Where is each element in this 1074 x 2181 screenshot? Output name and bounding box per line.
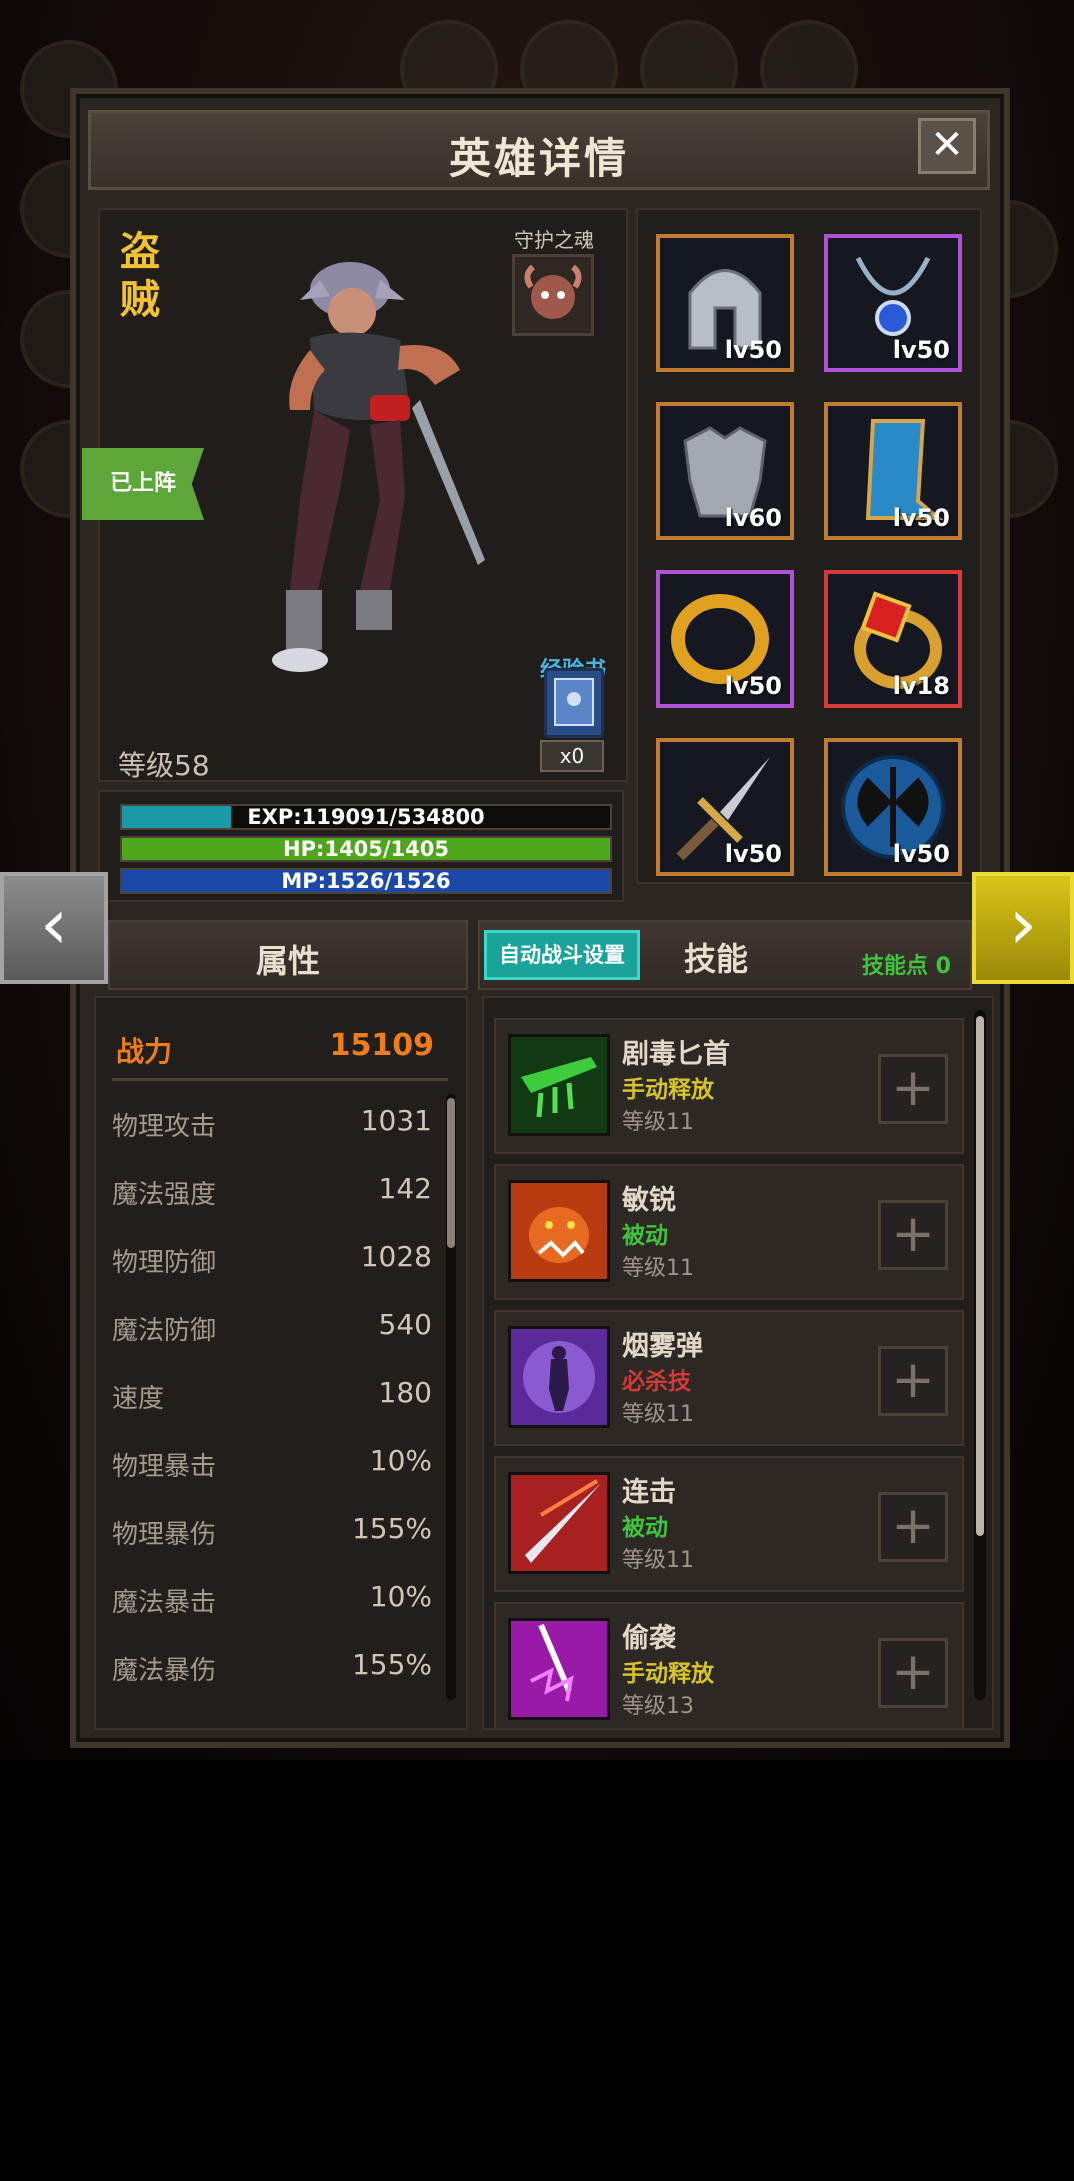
skill-level: 等级11 [622,1110,694,1135]
skill-level: 等级11 [622,1548,694,1573]
auto-battle-settings-button[interactable]: 自动战斗设置 [484,930,640,980]
skill-points: 技能点 0 [862,954,951,979]
equip-slot-armor[interactable]: lv60 [656,402,794,540]
skill-row[interactable]: 剧毒匕首 手动释放 等级11 + [494,1018,964,1154]
equip-slot-boots[interactable]: lv50 [824,402,962,540]
upgrade-skill-button[interactable]: + [878,1492,948,1562]
skill-level: 等级11 [622,1402,694,1427]
equip-slot-ring-ruby[interactable]: lv18 [824,570,962,708]
equip-level: lv50 [724,672,782,700]
skill-type: 手动释放 [622,1661,714,1687]
stat-bars: EXP:119091/534800 HP:1405/1405 MP:1526/1… [98,790,624,902]
skills-panel: 剧毒匕首 手动释放 等级11 + 敏锐 被动 等级11 + 烟雾弹 必杀技 等级… [482,996,994,1730]
power-value: 15109 [329,1028,434,1063]
mp-bar: MP:1526/1526 [120,868,612,894]
equip-level: lv50 [892,840,950,868]
hp-bar: HP:1405/1405 [120,836,612,862]
stat-name: 物理攻击 [112,1112,217,1142]
skill-name: 偷袭 [622,1623,676,1654]
upgrade-skill-button[interactable]: + [878,1346,948,1416]
equip-level: lv50 [724,840,782,868]
skill-row[interactable]: 偷袭 手动释放 等级13 + [494,1602,964,1728]
hero-class-label: 盗贼 [120,229,160,323]
stat-value: 1028 [360,1240,432,1273]
power-label: 战力 [116,1035,173,1068]
skill-name: 敏锐 [622,1185,676,1216]
skill-row[interactable]: 敏锐 被动 等级11 + [494,1164,964,1300]
guardian-soul-label: 守护之魂 [514,228,594,252]
stat-name: 速度 [112,1384,165,1414]
equip-slot-helmet[interactable]: lv50 [656,234,794,372]
stat-value: 10% [369,1444,432,1477]
skill-name: 剧毒匕首 [622,1039,730,1070]
equip-level: lv50 [892,336,950,364]
equip-slot-amulet[interactable]: lv50 [824,234,962,372]
hero-level: 等级58 [118,749,210,782]
upgrade-skill-button[interactable]: + [878,1054,948,1124]
stat-name: 物理暴伤 [112,1520,217,1550]
equip-level: lv18 [892,672,950,700]
divider [112,1078,448,1081]
stat-value: 180 [378,1376,432,1409]
skill-type: 被动 [622,1223,668,1249]
smoke-bomb-icon [508,1326,610,1428]
exp-book-count: x0 [540,740,604,772]
stat-value: 540 [378,1308,432,1341]
skill-name: 连击 [622,1477,676,1508]
guardian-soul-icon[interactable] [512,254,594,336]
poison-dagger-icon [508,1034,610,1136]
hp-bar-text: HP:1405/1405 [283,837,449,861]
combo-strike-icon [508,1472,610,1574]
attributes-tab-label: 属性 [255,942,320,980]
sneak-attack-icon [508,1618,610,1720]
scroll-thumb[interactable] [447,1098,455,1248]
title-bar: 英雄详情 [88,110,990,190]
skill-row[interactable]: 烟雾弹 必杀技 等级11 + [494,1310,964,1446]
equip-slot-dagger[interactable]: lv50 [656,738,794,876]
exp-bar: EXP:119091/534800 [120,804,612,830]
skills-scrollbar[interactable] [974,1010,986,1700]
stat-value: 1031 [360,1104,432,1137]
skill-type: 必杀技 [622,1369,691,1395]
stat-name: 魔法暴伤 [112,1656,217,1686]
window-title: 英雄详情 [448,134,629,183]
equip-level: lv50 [724,336,782,364]
skill-type: 被动 [622,1515,668,1541]
close-button[interactable]: ✕ [918,118,976,174]
stat-name: 魔法防御 [112,1316,217,1346]
upgrade-skill-button[interactable]: + [878,1638,948,1708]
skill-level: 等级13 [622,1694,694,1719]
equip-level: lv50 [892,504,950,532]
prev-hero-button[interactable]: ‹ [0,872,108,984]
stat-name: 魔法强度 [112,1180,217,1210]
stat-value: 155% [351,1648,432,1681]
skill-row[interactable]: 连击 被动 等级11 + [494,1456,964,1592]
stat-name: 物理暴击 [112,1452,217,1482]
hero-figure-image [272,262,485,672]
beast-icon [508,1180,610,1282]
exp-book-icon[interactable] [544,668,604,738]
next-hero-button[interactable]: › [972,872,1074,984]
skills-tab-label[interactable]: 技能 [684,934,748,980]
upgrade-skill-button[interactable]: + [878,1200,948,1270]
stat-name: 魔法暴击 [112,1588,217,1618]
mp-bar-text: MP:1526/1526 [281,869,451,893]
attributes-tab[interactable]: 属性 [108,920,468,990]
deployed-badge: 已上阵 [82,448,204,520]
equip-level: lv60 [724,504,782,532]
scroll-thumb[interactable] [976,1016,984,1536]
stat-name: 物理防御 [112,1248,217,1278]
skill-level: 等级11 [622,1256,694,1281]
equip-slot-ring-gold[interactable]: lv50 [656,570,794,708]
attributes-scrollbar[interactable] [446,1094,456,1700]
stat-value: 10% [369,1580,432,1613]
stat-value: 142 [378,1172,432,1205]
stat-value: 155% [351,1512,432,1545]
equip-slot-shield[interactable]: lv50 [824,738,962,876]
exp-bar-text: EXP:119091/534800 [247,805,485,829]
skill-name: 烟雾弹 [622,1331,703,1362]
skill-type: 手动释放 [622,1077,714,1103]
